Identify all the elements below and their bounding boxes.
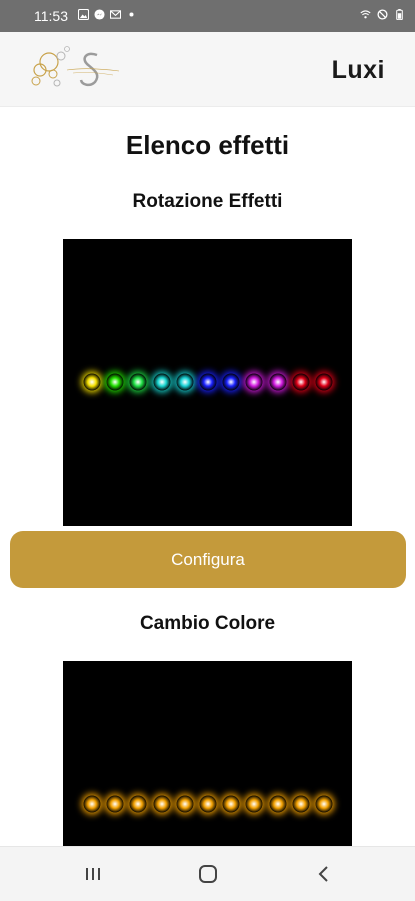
status-system-icons [360,9,405,20]
led-light [199,795,217,813]
brand-logo [31,46,120,87]
led-light [222,795,240,813]
navigation-bar [0,846,415,901]
effect-title: Rotazione Effetti [132,191,283,212]
led-light [153,373,171,391]
led-light [176,795,194,813]
led-light [222,373,240,391]
led-light [129,373,147,391]
led-light [176,373,194,391]
led-light [129,795,147,813]
back-icon[interactable] [311,861,337,887]
led-light [315,795,333,813]
effect-preview[interactable] [63,661,352,846]
led-light [269,795,287,813]
do-not-disturb-icon [377,9,388,20]
mail-icon [110,10,121,19]
dot-icon [129,12,134,17]
led-light [269,373,287,391]
messenger-icon [94,9,105,20]
app-header: Luxi [0,32,415,107]
battery-icon [396,9,403,20]
wifi-icon [360,10,371,19]
led-light [292,795,310,813]
status-bar: 11:53 [0,0,415,32]
status-notification-icons [78,9,137,20]
led-light [245,373,263,391]
photo-icon [78,9,89,20]
led-light [106,795,124,813]
home-icon[interactable] [195,861,221,887]
led-light [83,373,101,391]
effect-preview[interactable] [63,239,352,526]
app-name: Luxi [331,56,385,84]
led-light [315,373,333,391]
led-light [199,373,217,391]
led-light [153,795,171,813]
page-title: Elenco effetti [125,130,290,160]
recent-apps-icon[interactable] [80,861,106,887]
led-light [245,795,263,813]
led-light [292,373,310,391]
effect-title: Cambio Colore [139,613,276,634]
configure-button[interactable]: Configura [10,531,406,588]
led-light [83,795,101,813]
status-time: 11:53 [34,8,68,24]
led-light [106,373,124,391]
